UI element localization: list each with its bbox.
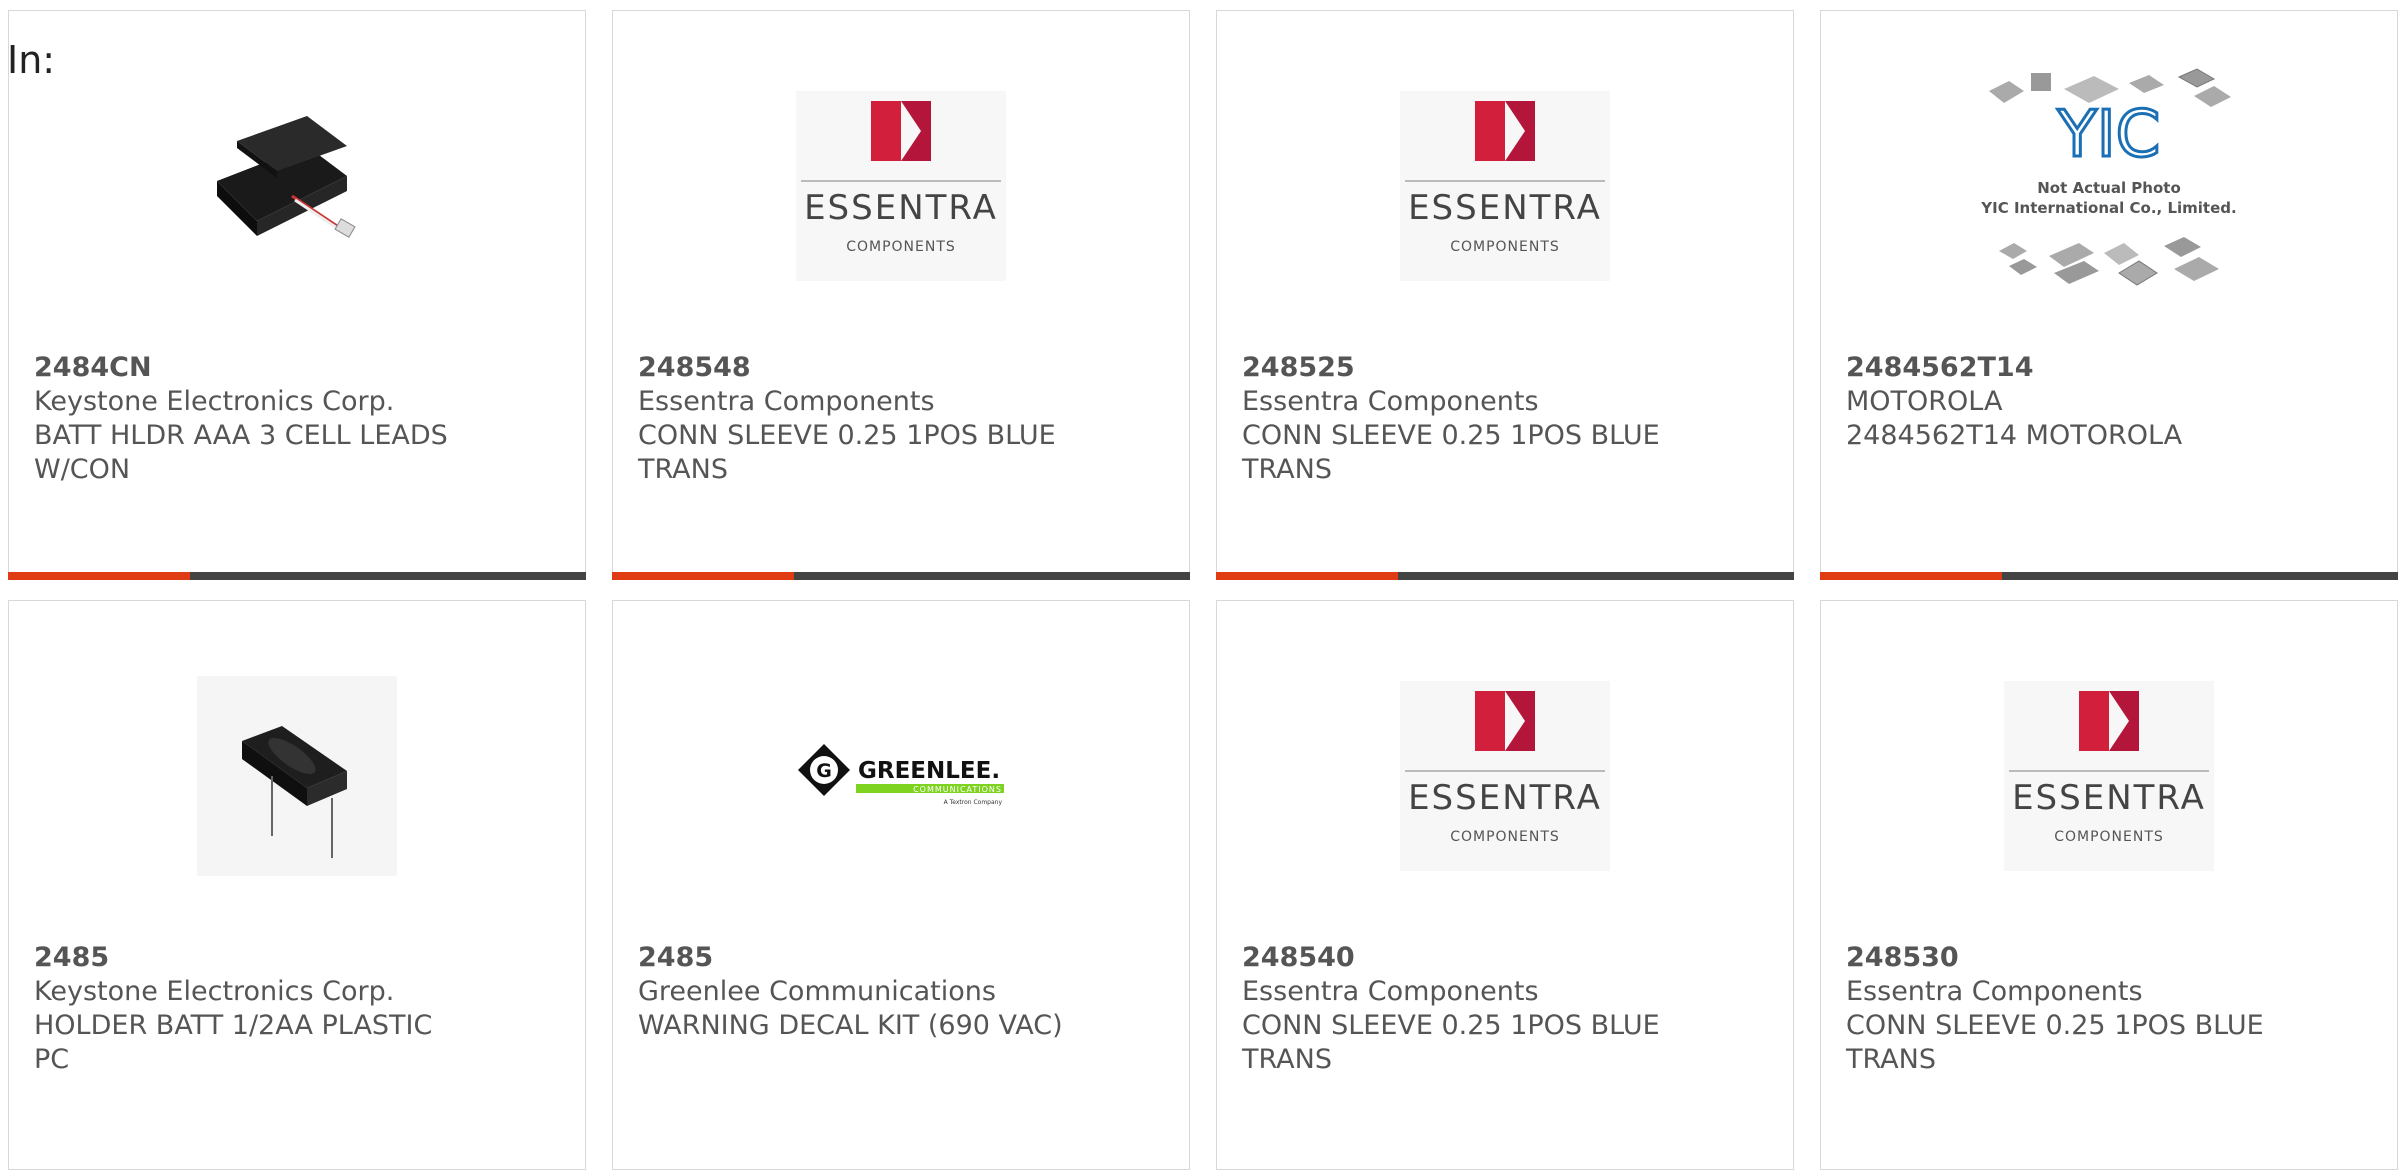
svg-text:ESSENTRA: ESSENTRA bbox=[1408, 188, 1602, 228]
product-image[interactable]: ESSENTRA COMPONENTS bbox=[1821, 651, 2397, 901]
product-card[interactable]: G GREENLEE. COMMUNICATIONS A Textron Com… bbox=[612, 600, 1190, 1170]
svg-text:COMMUNICATIONS: COMMUNICATIONS bbox=[913, 785, 1002, 794]
description: BATT HLDR AAA 3 CELL LEADS W/CON bbox=[34, 420, 448, 485]
product-image[interactable]: ESSENTRA COMPONENTS bbox=[1217, 651, 1793, 901]
yic-not-actual-photo: YIC Not Actual Photo YIC International C… bbox=[1980, 68, 2237, 286]
description: CONN SLEEVE 0.25 1POS BLUE TRANS bbox=[1846, 1010, 2264, 1075]
part-number[interactable]: 2485 bbox=[34, 941, 560, 975]
essentra-logo: ESSENTRA COMPONENTS bbox=[2004, 681, 2214, 871]
card-bar bbox=[1216, 572, 1794, 580]
part-number[interactable]: 248525 bbox=[1242, 351, 1768, 385]
manufacturer: Essentra Components bbox=[1242, 386, 1539, 417]
manufacturer: Greenlee Communications bbox=[638, 976, 996, 1007]
part-number[interactable]: 2485 bbox=[638, 941, 1164, 975]
product-card[interactable]: YIC Not Actual Photo YIC International C… bbox=[1820, 10, 2398, 580]
svg-text:ESSENTRA: ESSENTRA bbox=[804, 188, 998, 228]
card-bar-accent bbox=[1216, 572, 1398, 580]
manufacturer: Keystone Electronics Corp. bbox=[34, 386, 395, 417]
card-bar-accent bbox=[8, 572, 190, 580]
svg-text:COMPONENTS: COMPONENTS bbox=[2054, 829, 2164, 845]
essentra-logo: ESSENTRA COMPONENTS bbox=[1400, 91, 1610, 281]
svg-text:YIC International Co., Limited: YIC International Co., Limited. bbox=[1980, 199, 2236, 217]
product-card[interactable]: ESSENTRA COMPONENTS 248525 Essentra Comp… bbox=[1216, 10, 1794, 580]
filter-label: In: bbox=[7, 38, 56, 82]
greenlee-logo: G GREENLEE. COMMUNICATIONS A Textron Com… bbox=[798, 744, 1004, 806]
battery-holder-aaa-image bbox=[217, 116, 356, 238]
product-image[interactable]: ESSENTRA COMPONENTS bbox=[1217, 61, 1793, 311]
product-image[interactable]: G GREENLEE. COMMUNICATIONS A Textron Com… bbox=[613, 651, 1189, 901]
manufacturer: Essentra Components bbox=[1242, 976, 1539, 1007]
svg-text:GREENLEE.: GREENLEE. bbox=[858, 758, 1000, 784]
description: HOLDER BATT 1/2AA PLASTIC PC bbox=[34, 1010, 433, 1075]
product-image[interactable]: YIC Not Actual Photo YIC International C… bbox=[1821, 61, 2397, 311]
svg-text:COMPONENTS: COMPONENTS bbox=[1450, 829, 1560, 845]
product-card[interactable]: 2484CN Keystone Electronics Corp. BATT H… bbox=[8, 10, 586, 580]
manufacturer: MOTOROLA bbox=[1846, 386, 2003, 417]
svg-text:YIC: YIC bbox=[2057, 98, 2161, 172]
description: CONN SLEEVE 0.25 1POS BLUE TRANS bbox=[638, 420, 1056, 485]
description: WARNING DECAL KIT (690 VAC) bbox=[638, 1010, 1063, 1041]
product-image[interactable] bbox=[9, 651, 585, 901]
manufacturer: Keystone Electronics Corp. bbox=[34, 976, 395, 1007]
part-number[interactable]: 2484CN bbox=[34, 351, 560, 385]
product-card[interactable]: 2485 Keystone Electronics Corp. HOLDER B… bbox=[8, 600, 586, 1170]
manufacturer: Essentra Components bbox=[638, 386, 935, 417]
svg-text:COMPONENTS: COMPONENTS bbox=[1450, 239, 1560, 255]
card-bar bbox=[612, 572, 1190, 580]
product-card[interactable]: ESSENTRA COMPONENTS 248530 Essentra Comp… bbox=[1820, 600, 2398, 1170]
description: CONN SLEEVE 0.25 1POS BLUE TRANS bbox=[1242, 420, 1660, 485]
svg-text:ESSENTRA: ESSENTRA bbox=[2012, 778, 2206, 818]
card-bar-accent bbox=[1820, 572, 2002, 580]
essentra-logo: ESSENTRA COMPONENTS bbox=[1400, 681, 1610, 871]
product-image[interactable]: ESSENTRA COMPONENTS bbox=[613, 61, 1189, 311]
card-bar-accent bbox=[612, 572, 794, 580]
manufacturer: Essentra Components bbox=[1846, 976, 2143, 1007]
part-number[interactable]: 248548 bbox=[638, 351, 1164, 385]
essentra-logo: ESSENTRA COMPONENTS bbox=[796, 91, 1006, 281]
svg-text:ESSENTRA: ESSENTRA bbox=[1408, 778, 1602, 818]
card-bar bbox=[1820, 572, 2398, 580]
svg-text:G: G bbox=[816, 760, 832, 782]
description: 2484562T14 MOTOROLA bbox=[1846, 420, 2183, 451]
product-image[interactable] bbox=[9, 61, 585, 311]
card-bar bbox=[8, 572, 586, 580]
part-number[interactable]: 248530 bbox=[1846, 941, 2372, 975]
part-number[interactable]: 248540 bbox=[1242, 941, 1768, 975]
svg-text:COMPONENTS: COMPONENTS bbox=[846, 239, 956, 255]
svg-text:A Textron Company: A Textron Company bbox=[944, 799, 1003, 806]
description: CONN SLEEVE 0.25 1POS BLUE TRANS bbox=[1242, 1010, 1660, 1075]
battery-holder-half-aa-image bbox=[197, 676, 397, 876]
svg-text:Not Actual Photo: Not Actual Photo bbox=[2037, 179, 2181, 197]
product-card[interactable]: ESSENTRA COMPONENTS 248548 Essentra Comp… bbox=[612, 10, 1190, 580]
product-card[interactable]: ESSENTRA COMPONENTS 248540 Essentra Comp… bbox=[1216, 600, 1794, 1170]
part-number[interactable]: 2484562T14 bbox=[1846, 351, 2372, 385]
